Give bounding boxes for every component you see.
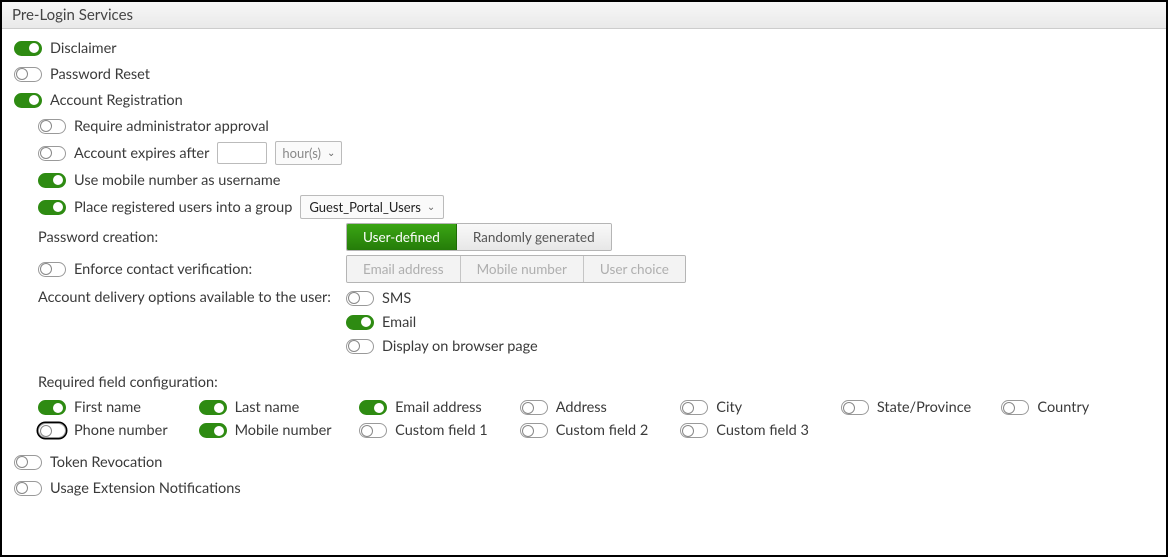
toggle-field-city[interactable] <box>680 400 708 415</box>
segmented-password-creation: User-definedRandomly generated <box>346 223 612 251</box>
label-field-state: State/Province <box>877 399 971 416</box>
toggle-field-first_name[interactable] <box>38 400 66 415</box>
label-place-in-group: Place registered users into a group <box>74 199 292 216</box>
label-required-fields: Required field configuration: <box>38 374 218 391</box>
row-required-fields-header: Required field configuration: <box>14 369 1154 395</box>
label-delivery-browser: Display on browser page <box>382 338 538 355</box>
toggle-field-email_address[interactable] <box>359 400 387 415</box>
label-field-last_name: Last name <box>235 399 300 416</box>
toggle-require-admin-approval[interactable] <box>38 119 66 134</box>
label-field-first_name: First name <box>74 399 141 416</box>
label-field-mobile_number: Mobile number <box>235 422 332 439</box>
label-field-phone_number: Phone number <box>74 422 168 439</box>
label-password-reset: Password Reset <box>50 66 150 83</box>
row-enforce-contact-verification: Enforce contact verification: Email addr… <box>14 253 1154 285</box>
toggle-field-custom3[interactable] <box>680 423 708 438</box>
row-delivery-options: Account delivery options available to th… <box>14 285 1154 359</box>
field-custom3: Custom field 3 <box>680 422 833 439</box>
label-require-admin-approval: Require administrator approval <box>74 118 269 135</box>
label-enforce-contact-verification: Enforce contact verification: <box>74 261 338 278</box>
row-password-reset: Password Reset <box>14 61 1154 87</box>
toggle-account-expires[interactable] <box>38 146 66 161</box>
field-email_address: Email address <box>359 399 512 416</box>
toggle-field-custom1[interactable] <box>359 423 387 438</box>
label-field-country: Country <box>1037 399 1089 416</box>
toggle-password-reset[interactable] <box>14 67 42 82</box>
row-disclaimer: Disclaimer <box>14 35 1154 61</box>
select-user-group-value: Guest_Portal_Users <box>309 199 421 215</box>
field-address: Address <box>520 399 673 416</box>
field-city: City <box>680 399 833 416</box>
toggle-field-country[interactable] <box>1001 400 1029 415</box>
toggle-token-revocation[interactable] <box>14 455 42 470</box>
row-password-creation: Password creation: User-definedRandomly … <box>14 221 1154 253</box>
row-account-registration: Account Registration <box>14 87 1154 113</box>
select-user-group[interactable]: Guest_Portal_Users ⌄ <box>300 195 444 219</box>
toggle-use-mobile-username[interactable] <box>38 173 66 188</box>
label-account-registration: Account Registration <box>50 92 183 109</box>
segmented-contact-verification: Email addressMobile numberUser choice <box>346 255 686 283</box>
label-field-city: City <box>716 399 742 416</box>
toggle-delivery-email[interactable] <box>346 315 374 330</box>
field-mobile_number: Mobile number <box>199 422 352 439</box>
row-usage-ext-notif: Usage Extension Notifications <box>14 475 1154 501</box>
toggle-field-custom2[interactable] <box>520 423 548 438</box>
field-country: Country <box>1001 399 1154 416</box>
seg-password-user-defined[interactable]: User-defined <box>347 224 457 250</box>
toggle-field-phone_number[interactable] <box>38 423 66 438</box>
field-custom2: Custom field 2 <box>520 422 673 439</box>
row-account-expires: Account expires after hour(s) ⌄ <box>14 139 1154 167</box>
label-field-custom2: Custom field 2 <box>556 422 649 439</box>
toggle-field-address[interactable] <box>520 400 548 415</box>
field-state: State/Province <box>841 399 994 416</box>
label-field-custom3: Custom field 3 <box>716 422 809 439</box>
label-disclaimer: Disclaimer <box>50 40 117 57</box>
toggle-delivery-sms[interactable] <box>346 291 374 306</box>
field-custom1: Custom field 1 <box>359 422 512 439</box>
required-fields-grid-wrap: First name Last name Email address Address C… <box>14 399 1154 439</box>
label-use-mobile-username: Use mobile number as username <box>74 172 280 189</box>
required-fields-grid: First name Last name Email address Address C… <box>38 399 1154 439</box>
label-account-expires: Account expires after <box>74 145 209 162</box>
settings-panel: Pre-Login Services Disclaimer Password R… <box>0 0 1168 557</box>
section-title: Pre-Login Services <box>12 6 133 24</box>
field-first_name: First name <box>38 399 191 416</box>
toggle-field-mobile_number[interactable] <box>199 423 227 438</box>
seg-verify-user-choice: User choice <box>584 256 685 282</box>
input-account-expires-value[interactable] <box>217 142 267 164</box>
label-token-revocation: Token Revocation <box>50 454 162 471</box>
select-account-expires-unit[interactable]: hour(s) ⌄ <box>275 141 342 165</box>
label-password-creation: Password creation: <box>38 229 338 246</box>
field-phone_number: Phone number <box>38 422 191 439</box>
seg-verify-mobile-number: Mobile number <box>461 256 584 282</box>
toggle-usage-ext-notif[interactable] <box>14 481 42 496</box>
row-use-mobile-username: Use mobile number as username <box>14 167 1154 193</box>
seg-password-randomly-generated[interactable]: Randomly generated <box>457 224 611 250</box>
row-place-in-group: Place registered users into a group Gues… <box>14 193 1154 221</box>
select-account-expires-unit-value: hour(s) <box>282 145 321 161</box>
label-field-custom1: Custom field 1 <box>395 422 488 439</box>
field-last_name: Last name <box>199 399 352 416</box>
label-usage-ext-notif: Usage Extension Notifications <box>50 480 241 497</box>
toggle-enforce-contact-verification[interactable] <box>38 262 66 277</box>
toggle-account-registration[interactable] <box>14 93 42 108</box>
row-require-admin-approval: Require administrator approval <box>14 113 1154 139</box>
toggle-place-in-group[interactable] <box>38 200 66 215</box>
label-field-address: Address <box>556 399 607 416</box>
toggle-disclaimer[interactable] <box>14 41 42 56</box>
chevron-down-icon: ⌄ <box>327 147 335 159</box>
section-header: Pre-Login Services <box>2 2 1166 29</box>
label-field-email_address: Email address <box>395 399 482 416</box>
seg-verify-email-address: Email address <box>347 256 461 282</box>
toggle-field-last_name[interactable] <box>199 400 227 415</box>
section-body: Disclaimer Password Reset Account Regist… <box>2 29 1166 511</box>
label-delivery-sms: SMS <box>382 290 411 307</box>
toggle-field-state[interactable] <box>841 400 869 415</box>
label-delivery-options: Account delivery options available to th… <box>38 287 338 306</box>
label-delivery-email: Email <box>382 314 416 331</box>
toggle-delivery-browser[interactable] <box>346 339 374 354</box>
chevron-down-icon: ⌄ <box>427 201 435 213</box>
row-token-revocation: Token Revocation <box>14 449 1154 475</box>
delivery-options-stack: SMS Email Display on browser page <box>346 287 538 357</box>
